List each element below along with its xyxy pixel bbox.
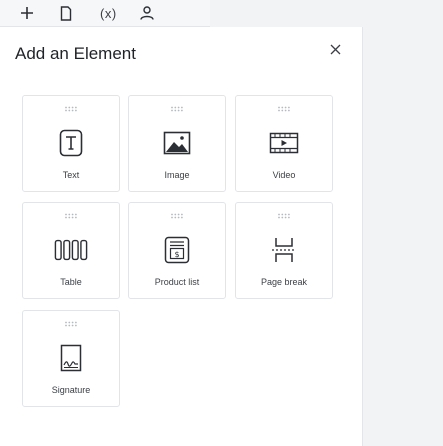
text-icon xyxy=(59,129,83,157)
page-button[interactable] xyxy=(60,0,100,26)
element-tile-text[interactable]: Text xyxy=(22,95,120,192)
page-icon xyxy=(60,5,72,21)
element-tile-signature[interactable]: Signature xyxy=(22,310,120,407)
variable-icon: (x) xyxy=(100,5,117,21)
close-button[interactable] xyxy=(327,41,343,57)
close-icon xyxy=(330,44,340,54)
element-tile-table[interactable]: Table xyxy=(22,202,120,299)
element-label: Table xyxy=(60,277,82,287)
element-label: Product list xyxy=(154,277,200,287)
drag-handle-icon[interactable] xyxy=(170,106,184,112)
drag-handle-icon[interactable] xyxy=(64,321,78,327)
drag-handle-icon[interactable] xyxy=(64,106,78,112)
drag-handle-icon[interactable] xyxy=(277,106,291,112)
element-tile-page-break[interactable]: Page break xyxy=(235,202,333,299)
svg-text:$: $ xyxy=(174,250,179,259)
drag-handle-icon[interactable] xyxy=(64,213,78,219)
element-label: Signature xyxy=(51,385,91,395)
add-element-panel: Add an Element Text Image Video Table $ … xyxy=(0,27,363,446)
variables-button[interactable]: (x) xyxy=(100,0,140,26)
drag-handle-icon[interactable] xyxy=(277,213,291,219)
element-tile-image[interactable]: Image xyxy=(128,95,226,192)
video-icon xyxy=(269,132,299,154)
add-button[interactable] xyxy=(20,0,60,26)
person-icon xyxy=(140,6,154,20)
element-tile-product-list[interactable]: $ Product list xyxy=(128,202,226,299)
page-break-icon xyxy=(272,238,296,262)
element-tile-video[interactable]: Video xyxy=(235,95,333,192)
product-list-icon: $ xyxy=(164,236,190,264)
panel-title: Add an Element xyxy=(15,44,136,63)
drag-handle-icon[interactable] xyxy=(170,213,184,219)
plus-icon xyxy=(21,7,33,19)
element-label: Video xyxy=(272,170,296,180)
top-toolbar: (x) xyxy=(0,0,210,27)
element-label: Image xyxy=(164,170,190,180)
person-button[interactable] xyxy=(140,0,180,26)
image-icon xyxy=(163,131,191,155)
element-label: Text xyxy=(62,170,80,180)
table-icon xyxy=(54,239,88,261)
element-label: Page break xyxy=(260,277,308,287)
signature-icon xyxy=(60,344,82,372)
